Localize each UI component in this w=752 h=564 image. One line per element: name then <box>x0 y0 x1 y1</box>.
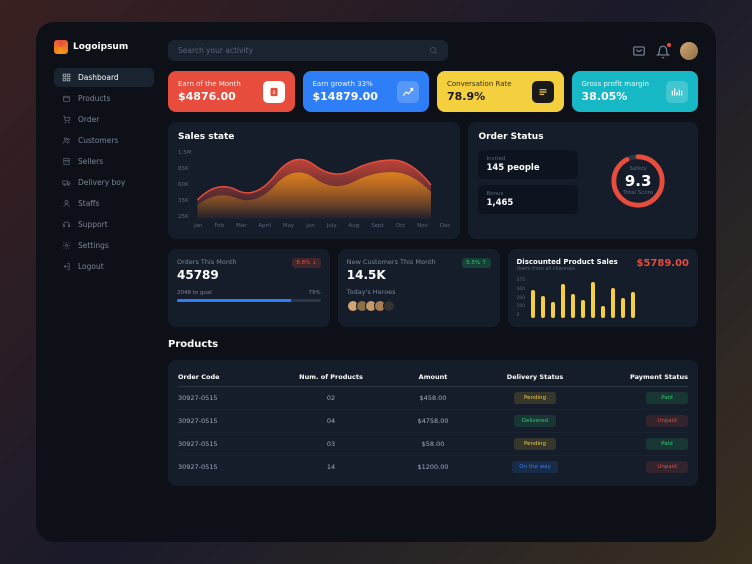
table-row[interactable]: 30927-051503$58.00PendingPaid <box>178 433 688 456</box>
kpi-card-0[interactable]: Earn of the Month$4876.008 <box>168 71 295 112</box>
orders-change-badge: 8.8% ↓ <box>292 258 320 268</box>
brand-logo[interactable]: Logoipsum <box>54 40 154 54</box>
heroes-avatars <box>347 300 491 312</box>
delivery-status: On the way <box>512 461 557 473</box>
delivery-status: Delivered <box>514 415 556 427</box>
table-row[interactable]: 30927-051514$1200.00On the wayUnpaid <box>178 456 688 478</box>
search-icon <box>429 46 438 55</box>
cart-icon <box>62 115 71 124</box>
main-content: Search your activity Earn of the Month$4… <box>168 40 698 524</box>
invited-box: Invited 145 people <box>478 150 578 179</box>
box-icon <box>62 94 71 103</box>
logout-icon <box>62 262 71 271</box>
goal-progress <box>177 299 321 302</box>
payment-status: Unpaid <box>646 461 688 473</box>
discount-sales-panel: Discounted Product Sales Users from all … <box>508 249 699 327</box>
nav-staffs[interactable]: Staffs <box>54 194 154 213</box>
card-icon <box>666 81 688 103</box>
card-icon <box>532 81 554 103</box>
nav-settings[interactable]: Settings <box>54 236 154 255</box>
nav-support[interactable]: Support <box>54 215 154 234</box>
nav-products[interactable]: Products <box>54 89 154 108</box>
nav-order[interactable]: Order <box>54 110 154 129</box>
sales-title: Sales state <box>178 132 450 142</box>
kpi-cards: Earn of the Month$4876.008Earn growth 33… <box>168 71 698 112</box>
discount-bar-chart: 3753002001000 <box>517 278 690 318</box>
kpi-card-1[interactable]: Earn growth 33%$14879.00 <box>303 71 430 112</box>
safety-gauge: Safety 9.3 Total Score <box>588 132 688 229</box>
kpi-card-3[interactable]: Gross profit margin38.05% <box>572 71 699 112</box>
payment-status: Paid <box>646 438 688 450</box>
gear-icon <box>62 241 71 250</box>
brand-name: Logoipsum <box>73 42 128 52</box>
table-row[interactable]: 30927-051502$458.00PendingPaid <box>178 387 688 410</box>
headset-icon <box>62 220 71 229</box>
sales-state-panel: Sales state 1.5M85K60K35K25K JanFebMarAp… <box>168 122 460 239</box>
products-table: Order CodeNum. of ProductsAmountDelivery… <box>168 360 698 486</box>
users-icon <box>62 136 71 145</box>
sidebar: Logoipsum Dashboard Products Order Customer… <box>54 40 154 524</box>
store-icon <box>62 157 71 166</box>
table-header: Order CodeNum. of ProductsAmountDelivery… <box>178 368 688 387</box>
bonus-box: Bonus 1,465 <box>478 185 578 214</box>
new-customers-panel: New Customers This Month 14.5K 5.5% ↑ To… <box>338 249 500 327</box>
search-input[interactable]: Search your activity <box>168 40 448 61</box>
svg-text:8: 8 <box>272 89 275 95</box>
topbar: Search your activity <box>168 40 698 61</box>
card-icon: 8 <box>263 81 285 103</box>
payment-status: Unpaid <box>646 415 688 427</box>
sales-chart: 1.5M85K60K35K25K <box>178 150 450 220</box>
order-status-panel: Order Status Invited 145 people Bonus 1,… <box>468 122 698 239</box>
kpi-card-2[interactable]: Conversation Rate78.9% <box>437 71 564 112</box>
customers-change-badge: 5.5% ↑ <box>462 258 490 268</box>
nav-dashboard[interactable]: Dashboard <box>54 68 154 87</box>
logo-icon <box>54 40 68 54</box>
order-status-title: Order Status <box>478 132 578 142</box>
payment-status: Paid <box>646 392 688 404</box>
truck-icon <box>62 178 71 187</box>
table-row[interactable]: 30927-051504$4758.00DeliveredUnpaid <box>178 410 688 433</box>
nav-delivery-boy[interactable]: Delivery boy <box>54 173 154 192</box>
delivery-status: Pending <box>514 392 556 404</box>
notification-dot <box>667 43 671 47</box>
nav-logout[interactable]: Logout <box>54 257 154 276</box>
notification-icon[interactable] <box>656 44 670 58</box>
orders-month-panel: Orders This Month 45789 8.8% ↓ 2048 to g… <box>168 249 330 327</box>
user-avatar[interactable] <box>680 42 698 60</box>
person-icon <box>62 199 71 208</box>
card-icon <box>397 81 419 103</box>
search-placeholder: Search your activity <box>178 46 253 55</box>
nav-sellers[interactable]: Sellers <box>54 152 154 171</box>
main-nav: Dashboard Products Order Customers Sellers De… <box>54 68 154 276</box>
delivery-status: Pending <box>514 438 556 450</box>
nav-customers[interactable]: Customers <box>54 131 154 150</box>
grid-icon <box>62 73 71 82</box>
message-icon[interactable] <box>632 44 646 58</box>
products-title: Products <box>168 339 698 350</box>
